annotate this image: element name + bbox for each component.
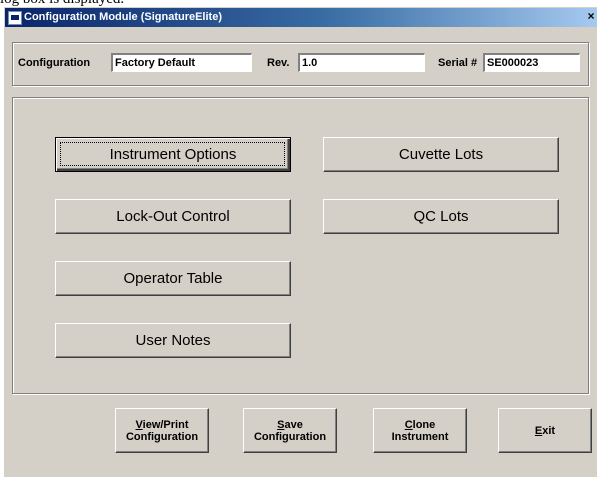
clone-mnemonic: C	[404, 418, 413, 431]
operator-table-button[interactable]: Operator Table	[55, 261, 291, 296]
save-configuration-button[interactable]: Save Configuration	[243, 408, 337, 453]
exit-button[interactable]: Exit	[498, 408, 592, 453]
clone-line2: Instrument	[391, 430, 449, 443]
cuvette-lots-button[interactable]: Cuvette Lots	[323, 137, 559, 172]
title-bar[interactable]: Configuration Module (SignatureElite) ×	[5, 8, 597, 27]
clone-line1: Clone	[405, 419, 436, 431]
lockout-control-button[interactable]: Lock-Out Control	[55, 199, 291, 234]
serial-label: Serial #	[438, 57, 478, 69]
operator-table-label: Operator Table	[123, 270, 223, 287]
save-line1-text: ave	[284, 418, 303, 431]
configuration-label: Configuration	[18, 57, 91, 69]
clone-instrument-button[interactable]: Clone Instrument	[373, 408, 467, 453]
save-line2: Configuration	[253, 430, 327, 443]
view-print-configuration-button[interactable]: View/Print Configuration	[115, 408, 209, 453]
clone-line1-text: lone	[412, 418, 436, 431]
view-print-line1-text: iew/Print	[142, 418, 189, 431]
configuration-module-window: Configuration Module (SignatureElite) × …	[4, 7, 597, 477]
lockout-control-label: Lock-Out Control	[116, 208, 230, 225]
configuration-name-field[interactable]: Factory Default	[111, 53, 252, 72]
user-notes-label: User Notes	[135, 332, 211, 349]
save-line1: Save	[277, 419, 303, 431]
configuration-info-group: Configuration Factory Default Rev. 1.0 S…	[12, 42, 589, 86]
revision-field[interactable]: 1.0	[298, 53, 425, 72]
serial-number-field[interactable]: SE000023	[483, 53, 580, 72]
qc-lots-label: QC Lots	[413, 208, 469, 225]
instrument-options-button[interactable]: Instrument Options	[55, 137, 291, 172]
cuvette-lots-label: Cuvette Lots	[398, 146, 484, 163]
exit-label: Exit	[535, 425, 555, 437]
view-print-line1: View/Print	[136, 419, 189, 431]
close-icon[interactable]: ×	[584, 9, 597, 25]
exit-label-text: xit	[542, 424, 556, 437]
app-window-icon[interactable]	[8, 11, 22, 25]
qc-lots-button[interactable]: QC Lots	[323, 199, 559, 234]
instrument-options-label: Instrument Options	[109, 146, 237, 163]
configuration-options-group: Instrument Options Cuvette Lots Lock-Out…	[12, 97, 589, 394]
rev-label: Rev.	[267, 57, 290, 69]
view-print-line2: Configuration	[125, 430, 199, 443]
window-title: Configuration Module (SignatureElite)	[24, 11, 222, 23]
user-notes-button[interactable]: User Notes	[55, 323, 291, 358]
view-print-mnemonic: V	[135, 418, 143, 431]
